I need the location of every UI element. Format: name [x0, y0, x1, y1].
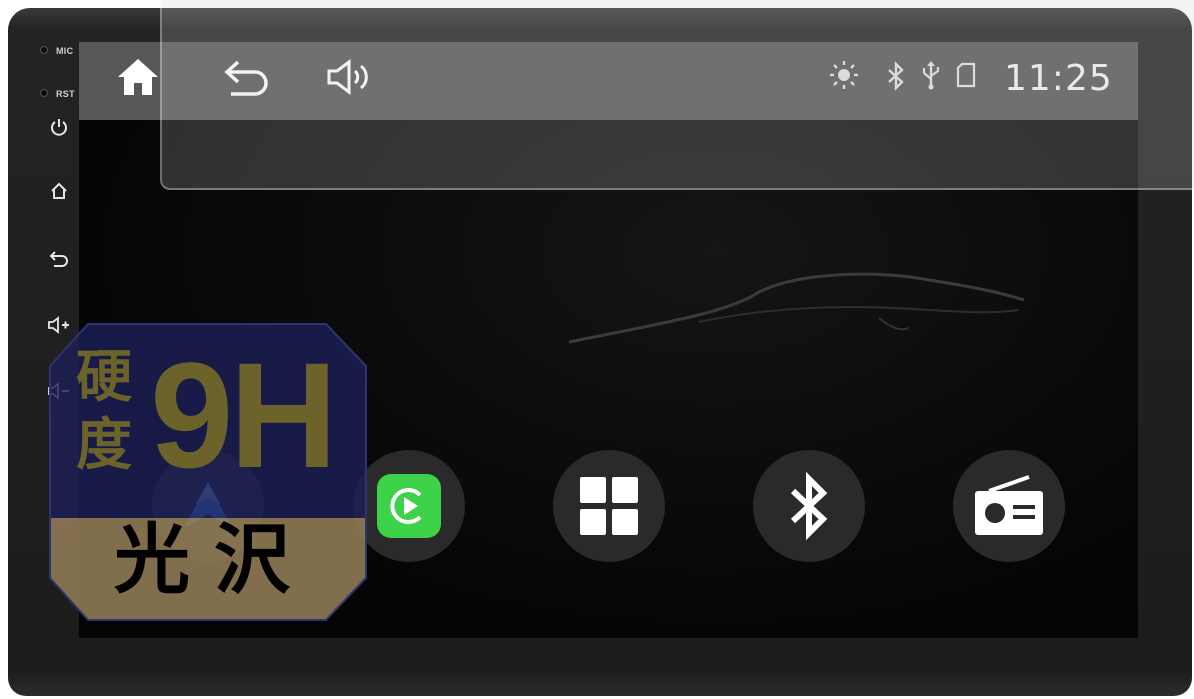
home-icon — [118, 59, 158, 95]
rst-label: RST — [56, 89, 75, 99]
badge-hardness-char-1: 硬 — [76, 345, 132, 410]
badge-hardness-char-2: 度 — [76, 413, 132, 478]
carplay-app[interactable] — [353, 450, 465, 562]
bluetooth-icon — [790, 471, 828, 541]
radio-app[interactable] — [953, 450, 1065, 562]
mic-label: MIC — [56, 46, 74, 56]
car-silhouette — [568, 272, 1025, 344]
badge-gloss-char-1: 光 — [114, 515, 190, 604]
reset-hole[interactable] — [40, 89, 48, 97]
power-button[interactable] — [46, 114, 72, 140]
back-icon — [224, 60, 268, 96]
power-icon — [51, 119, 67, 136]
sd-card-status — [955, 60, 977, 90]
radio-icon — [975, 475, 1043, 535]
badge-gloss-char-2: 沢 — [214, 515, 290, 604]
back-button[interactable] — [219, 56, 273, 100]
badge-rating: 9H — [150, 331, 338, 499]
hardness-gloss-badge: 硬 度 9H 光 沢 — [48, 322, 368, 622]
bluetooth-status — [884, 60, 908, 92]
home-button[interactable] — [115, 54, 161, 100]
apps-grid-icon — [580, 477, 638, 535]
side-home-button[interactable] — [46, 178, 72, 204]
sd-card-icon — [956, 62, 976, 88]
brightness-icon — [830, 61, 858, 89]
bluetooth-app[interactable] — [753, 450, 865, 562]
volume-icon — [327, 59, 368, 95]
mic-hole — [40, 46, 48, 54]
carplay-icon — [377, 474, 441, 538]
side-back-button[interactable] — [46, 246, 72, 272]
bluetooth-icon — [888, 61, 904, 91]
volume-button[interactable] — [325, 56, 373, 98]
brightness-button[interactable] — [829, 60, 859, 90]
clock: 11:25 — [1004, 58, 1113, 99]
usb-status — [919, 58, 943, 92]
home-icon — [51, 182, 67, 199]
status-bar: 11:25 — [79, 42, 1138, 120]
apps-grid-app[interactable] — [553, 450, 665, 562]
usb-icon — [922, 61, 940, 90]
back-icon — [49, 251, 68, 267]
